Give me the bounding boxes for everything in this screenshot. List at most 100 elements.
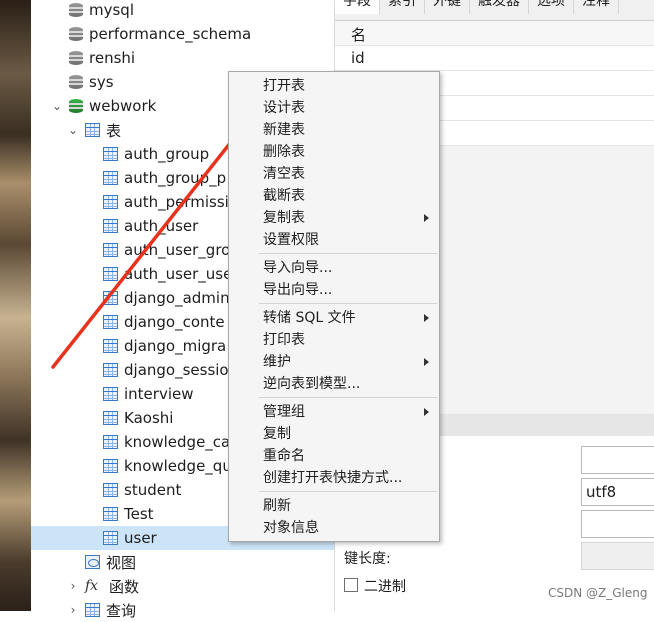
menu-separator xyxy=(259,491,437,492)
menu-item-copy[interactable]: 复制 xyxy=(229,423,439,445)
menu-item-label: 重命名 xyxy=(263,448,305,464)
menu-separator xyxy=(259,303,437,304)
query-icon xyxy=(85,603,100,617)
menu-item-manage-group[interactable]: 管理组 xyxy=(229,401,439,423)
menu-item-print-table[interactable]: 打印表 xyxy=(229,329,439,351)
submenu-arrow-icon xyxy=(424,408,429,416)
tree-item-label: django_migra xyxy=(124,337,227,355)
tree-item-label: webwork xyxy=(89,97,157,115)
column-header-name: 名 xyxy=(351,26,367,44)
tree-item-views[interactable]: 视图 xyxy=(31,550,334,574)
tree-item-label: renshi xyxy=(89,49,136,67)
tree-item-label: knowledge_ca xyxy=(124,433,231,451)
menu-item-label: 转储 SQL 文件 xyxy=(263,310,356,326)
menu-item-export-wizard[interactable]: 导出向导... xyxy=(229,279,439,301)
tree-item-label: performance_schema xyxy=(89,25,252,43)
menu-item-empty-table[interactable]: 清空表 xyxy=(229,163,439,185)
design-tabbar: 字段 索引 外键 触发器 选项 注释 xyxy=(335,0,654,21)
binary-checkbox[interactable] xyxy=(344,578,358,592)
table-icon xyxy=(103,147,118,161)
menu-item-label: 设置权限 xyxy=(263,232,319,248)
tab-comment[interactable]: 注释 xyxy=(574,0,619,14)
menu-item-import-wizard[interactable]: 导入向导... xyxy=(229,257,439,279)
tree-item-label: student xyxy=(124,481,182,499)
table-icon xyxy=(103,243,118,257)
menu-item-label: 打开表 xyxy=(263,78,305,94)
table-icon xyxy=(103,291,118,305)
menu-item-open-table[interactable]: 打开表 xyxy=(229,75,439,97)
menu-item-duplicate-table[interactable]: 复制表 xyxy=(229,207,439,229)
tree-item-functions[interactable]: › fx 函数 xyxy=(31,574,334,598)
tree-item-label: auth_user_use xyxy=(124,265,233,283)
menu-item-label: 创建打开表快捷方式... xyxy=(263,470,403,486)
charset-value: utf8 xyxy=(586,483,617,501)
menu-item-label: 维护 xyxy=(263,354,291,370)
submenu-arrow-icon xyxy=(424,358,429,366)
table-icon xyxy=(103,483,118,497)
tree-item-mysql[interactable]: mysql xyxy=(31,0,334,22)
table-icon xyxy=(103,363,118,377)
menu-item-label: 对象信息 xyxy=(263,520,319,536)
menu-item-set-permissions[interactable]: 设置权限 xyxy=(229,229,439,251)
menu-item-label: 管理组 xyxy=(263,404,305,420)
tree-item-label: mysql xyxy=(89,1,134,19)
chevron-down-icon[interactable]: ⌄ xyxy=(67,124,79,136)
table-icon xyxy=(85,123,100,137)
menu-item-label: 复制 xyxy=(263,426,291,442)
watermark: CSDN @Z_Gleng xyxy=(548,586,648,600)
table-icon xyxy=(103,435,118,449)
menu-item-dump-sql[interactable]: 转储 SQL 文件 xyxy=(229,307,439,329)
tree-item-performance-schema[interactable]: performance_schema xyxy=(31,22,334,46)
tree-item-label: auth_permissio xyxy=(124,193,238,211)
tree-item-label: auth_user xyxy=(124,217,199,235)
table-icon xyxy=(103,219,118,233)
menu-item-rename[interactable]: 重命名 xyxy=(229,445,439,467)
key-length-field[interactable] xyxy=(581,542,654,570)
background-strip xyxy=(0,0,31,611)
menu-item-new-table[interactable]: 新建表 xyxy=(229,119,439,141)
table-row[interactable]: id xyxy=(335,46,654,71)
tree-item-label: Test xyxy=(124,505,154,523)
tree-item-label: 查询 xyxy=(106,601,137,620)
table-icon xyxy=(103,507,118,521)
tab-foreign-keys[interactable]: 外键 xyxy=(425,0,470,14)
view-icon xyxy=(85,555,100,569)
charset-field[interactable]: utf8 xyxy=(581,478,654,506)
tab-options[interactable]: 选项 xyxy=(529,0,574,14)
tree-item-label: auth_group_p xyxy=(124,169,227,187)
chevron-down-icon[interactable]: ⌄ xyxy=(51,100,63,112)
menu-item-label: 截断表 xyxy=(263,188,305,204)
tab-indexes[interactable]: 索引 xyxy=(380,0,425,14)
tab-fields[interactable]: 字段 xyxy=(335,0,380,14)
table-icon xyxy=(103,267,118,281)
menu-item-design-table[interactable]: 设计表 xyxy=(229,97,439,119)
tab-triggers[interactable]: 触发器 xyxy=(470,0,529,14)
menu-separator xyxy=(259,397,437,398)
table-icon xyxy=(103,339,118,353)
table-icon xyxy=(103,315,118,329)
menu-separator xyxy=(259,253,437,254)
collation-field[interactable] xyxy=(581,510,654,538)
menu-item-refresh[interactable]: 刷新 xyxy=(229,495,439,517)
tree-item-queries[interactable]: › 查询 xyxy=(31,598,334,622)
submenu-arrow-icon xyxy=(424,214,429,222)
menu-item-create-shortcut[interactable]: 创建打开表快捷方式... xyxy=(229,467,439,489)
menu-item-object-info[interactable]: 对象信息 xyxy=(229,517,439,539)
menu-item-label: 新建表 xyxy=(263,122,305,138)
menu-item-delete-table[interactable]: 删除表 xyxy=(229,141,439,163)
tree-item-label: django_admin xyxy=(124,289,230,307)
tree-item-label: Kaoshi xyxy=(124,409,174,427)
chevron-right-icon[interactable]: › xyxy=(67,604,79,616)
table-icon xyxy=(103,387,118,401)
menu-item-maintain[interactable]: 维护 xyxy=(229,351,439,373)
tree-item-renshi[interactable]: renshi xyxy=(31,46,334,70)
menu-item-reverse-to-model[interactable]: 逆向表到模型... xyxy=(229,373,439,395)
menu-item-truncate-table[interactable]: 截断表 xyxy=(229,185,439,207)
chevron-right-icon[interactable]: › xyxy=(67,580,79,592)
tree-item-label: django_conte xyxy=(124,313,225,331)
database-icon xyxy=(69,2,83,18)
menu-item-label: 逆向表到模型... xyxy=(263,376,361,392)
menu-item-label: 刷新 xyxy=(263,498,291,514)
default-field[interactable] xyxy=(581,446,654,474)
database-icon xyxy=(69,74,83,90)
